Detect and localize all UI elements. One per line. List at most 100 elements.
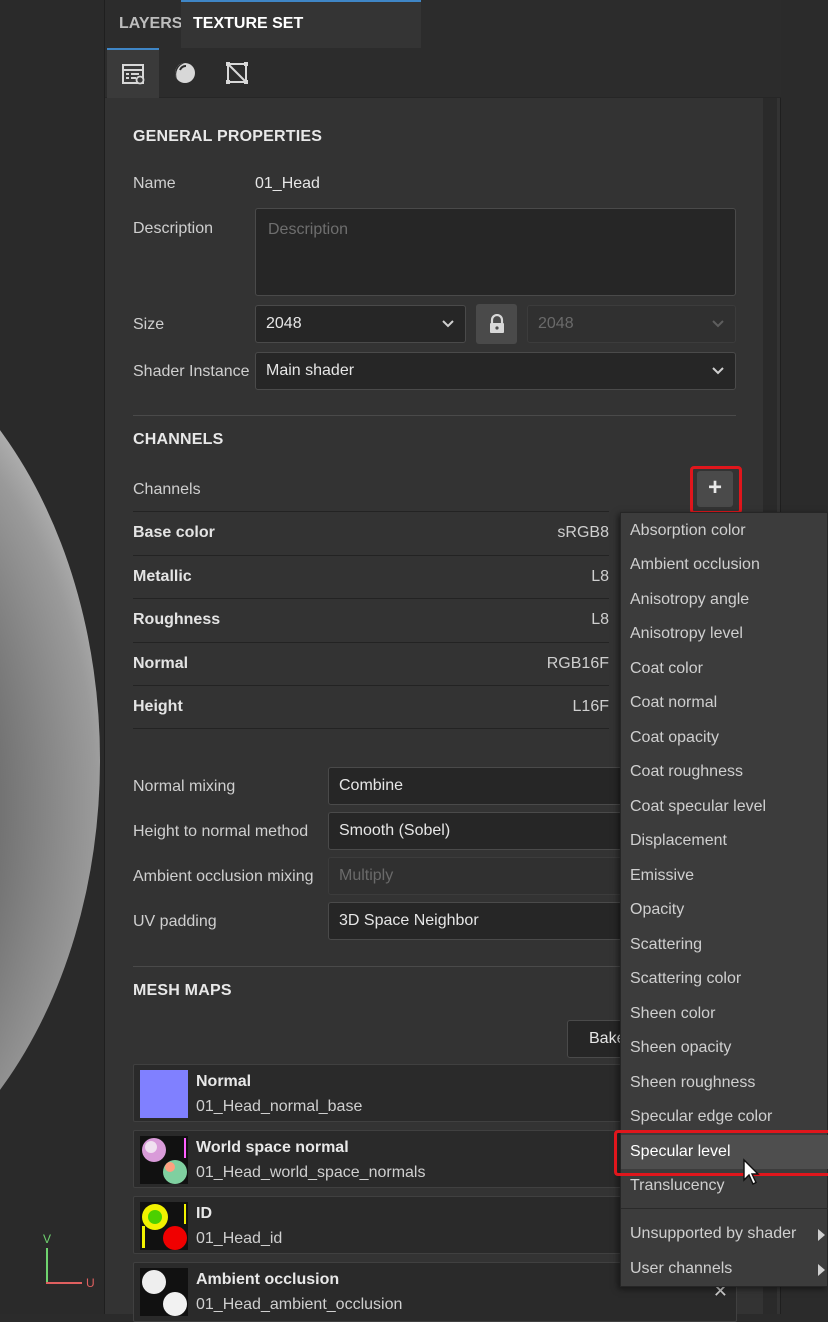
channel-name: Metallic — [133, 568, 192, 585]
general-properties-heading: GENERAL PROPERTIES — [133, 128, 323, 145]
channel-format[interactable]: L8 — [591, 568, 609, 586]
3d-viewport[interactable]: V U — [0, 0, 104, 1314]
ao-map-thumbnail — [140, 1268, 188, 1316]
add-channel-menu: Absorption color Ambient occlusion Aniso… — [620, 512, 828, 1287]
menu-item-specular-edge-color[interactable]: Specular edge color — [621, 1100, 828, 1134]
chevron-right-icon — [818, 1229, 825, 1241]
channel-row[interactable]: Metallic L8 — [133, 555, 609, 599]
menu-item-displacement[interactable]: Displacement — [621, 824, 828, 858]
tab-label: LAYERS — [119, 15, 183, 32]
menu-item-coat-color[interactable]: Coat color — [621, 652, 828, 686]
description-label: Description — [133, 220, 214, 237]
axis-v-label: V — [43, 1232, 52, 1246]
chevron-down-icon — [712, 367, 724, 375]
properties-subtab[interactable] — [107, 48, 159, 98]
id-map-thumbnail — [140, 1202, 188, 1250]
channel-name: Height — [133, 698, 183, 715]
height-method-label: Height to normal method — [133, 823, 309, 840]
mesh-maps-heading: MESH MAPS — [133, 982, 232, 999]
menu-item-scattering-color[interactable]: Scattering color — [621, 962, 828, 996]
menu-item-scattering[interactable]: Scattering — [621, 928, 828, 962]
size-select[interactable]: 2048 — [255, 305, 466, 343]
uv-square-icon — [226, 62, 248, 84]
uv-subtab[interactable] — [211, 48, 263, 98]
mesh-map-title: Normal — [196, 1073, 252, 1090]
tab-texture-set-settings[interactable]: TEXTURE SET SETTINGS✕ — [181, 0, 421, 79]
size-locked-value: 2048 — [538, 315, 574, 332]
menu-item-sheen-roughness[interactable]: Sheen roughness — [621, 1066, 828, 1100]
menu-item-coat-roughness[interactable]: Coat roughness — [621, 755, 828, 789]
normal-map-thumbnail — [140, 1070, 188, 1118]
menu-item-sheen-color[interactable]: Sheen color — [621, 997, 828, 1031]
material-subtab[interactable] — [159, 48, 211, 98]
channel-format[interactable]: RGB16F — [547, 655, 609, 673]
menu-item-coat-opacity[interactable]: Coat opacity — [621, 721, 828, 755]
normal-mixing-label: Normal mixing — [133, 778, 236, 795]
chevron-down-icon — [712, 320, 724, 328]
channel-format[interactable]: sRGB8 — [557, 524, 609, 542]
menu-item-opacity[interactable]: Opacity — [621, 893, 828, 927]
shader-instance-value: Main shader — [266, 362, 355, 379]
world-normal-thumbnail — [140, 1136, 188, 1184]
section-divider — [133, 415, 736, 416]
mouse-cursor-icon — [743, 1158, 760, 1185]
mesh-map-file: 01_Head_normal_base — [196, 1098, 363, 1115]
channels-label: Channels — [133, 481, 201, 498]
menu-item-emissive[interactable]: Emissive — [621, 859, 828, 893]
uv-padding-value: 3D Space Neighbor — [339, 912, 479, 929]
channel-name: Base color — [133, 524, 215, 541]
channel-row[interactable]: Normal RGB16F — [133, 642, 609, 686]
height-method-value: Smooth (Sobel) — [339, 822, 451, 839]
axis-u-line — [46, 1282, 82, 1284]
axis-v-line — [46, 1248, 48, 1284]
channels-heading: CHANNELS — [133, 431, 224, 448]
chevron-right-icon — [818, 1264, 825, 1276]
submenu-label: User channels — [630, 1260, 733, 1277]
size-label: Size — [133, 316, 165, 333]
channel-format[interactable]: L8 — [591, 611, 609, 629]
size-lock-button[interactable] — [476, 304, 517, 344]
uv-padding-label: UV padding — [133, 913, 217, 930]
shader-instance-select[interactable]: Main shader — [255, 352, 736, 390]
size-select-value: 2048 — [266, 315, 302, 332]
ao-mixing-label: Ambient occlusion mixing — [133, 868, 314, 885]
chevron-down-icon — [442, 320, 454, 328]
mesh-map-file: 01_Head_ambient_occlusion — [196, 1296, 403, 1313]
subtab-bar — [105, 48, 781, 98]
material-sphere-icon — [175, 63, 195, 83]
model-surface — [0, 300, 100, 1220]
ao-mixing-value: Multiply — [339, 867, 394, 884]
size-locked-select: 2048 — [527, 305, 736, 343]
menu-item-sheen-opacity[interactable]: Sheen opacity — [621, 1031, 828, 1065]
menu-item-coat-specular-level[interactable]: Coat specular level — [621, 790, 828, 824]
channel-name: Roughness — [133, 611, 221, 628]
settings-list-icon — [122, 64, 145, 85]
menu-item-ambient-occlusion[interactable]: Ambient occlusion — [621, 548, 828, 582]
menu-item-coat-normal[interactable]: Coat normal — [621, 686, 828, 720]
menu-item-anisotropy-angle[interactable]: Anisotropy angle — [621, 583, 828, 617]
channel-format[interactable]: L16F — [573, 698, 609, 716]
panel-tabs: LAYERS TEXTURE SET SETTINGS✕ — [105, 0, 781, 79]
submenu-unsupported-by-shader[interactable]: Unsupported by shader — [621, 1217, 828, 1251]
description-field[interactable]: Description — [255, 208, 736, 296]
menu-item-translucency[interactable]: Translucency — [621, 1169, 828, 1203]
channel-name: Normal — [133, 655, 189, 672]
menu-item-anisotropy-level[interactable]: Anisotropy level — [621, 617, 828, 651]
normal-mixing-value: Combine — [339, 777, 404, 794]
channel-row[interactable]: Roughness L8 — [133, 598, 609, 642]
mesh-map-title: ID — [196, 1205, 212, 1222]
channel-row[interactable]: Height L16F — [133, 685, 609, 729]
menu-item-specular-level[interactable]: Specular level — [621, 1135, 828, 1169]
menu-item-absorption-color[interactable]: Absorption color — [621, 514, 828, 548]
shader-instance-label: Shader Instance — [133, 363, 250, 380]
axis-u-label: U — [86, 1276, 95, 1290]
name-label: Name — [133, 175, 176, 192]
channel-row[interactable]: Base color sRGB8 — [133, 511, 609, 555]
lock-icon — [489, 314, 504, 333]
submenu-label: Unsupported by shader — [630, 1225, 797, 1242]
mesh-map-title: Ambient occlusion — [196, 1271, 340, 1288]
submenu-user-channels[interactable]: User channels — [621, 1252, 828, 1286]
mesh-map-file: 01_Head_world_space_normals — [196, 1164, 426, 1181]
add-channel-button[interactable]: + — [697, 471, 733, 507]
name-value: 01_Head — [255, 175, 320, 192]
